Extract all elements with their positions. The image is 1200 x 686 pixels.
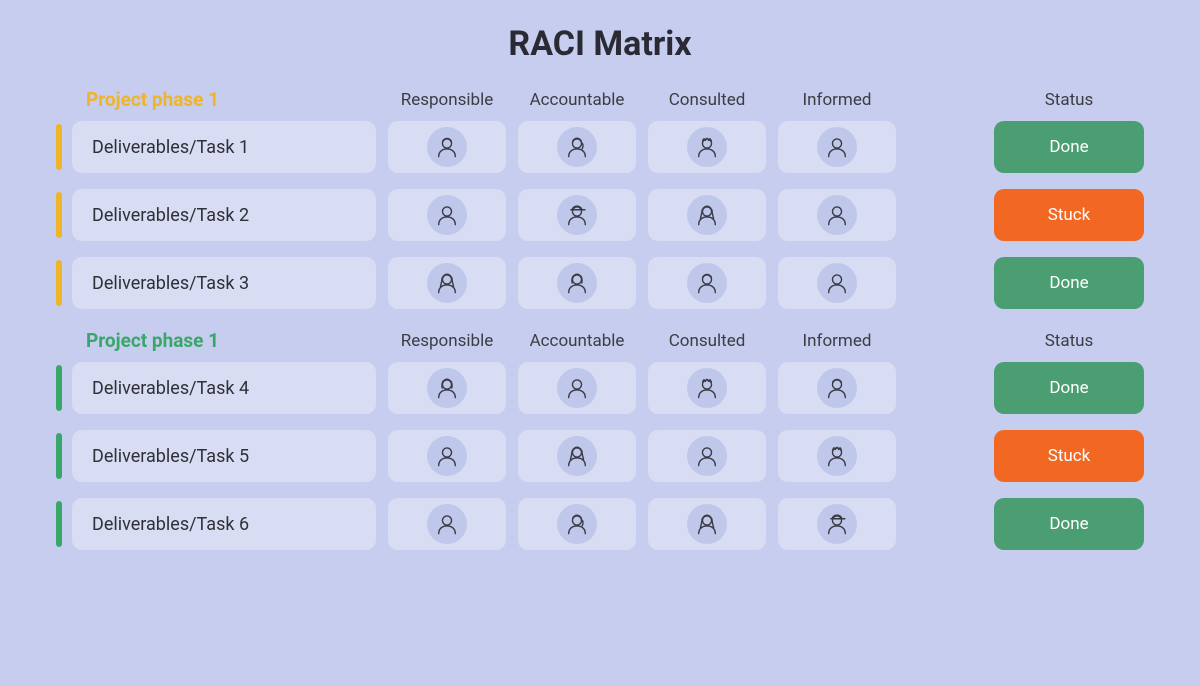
person-chip <box>648 498 766 550</box>
phase-accent-bar <box>56 192 62 238</box>
status-badge: Done <box>994 121 1144 173</box>
column-header: Responsible <box>388 331 506 351</box>
person-icon <box>687 504 727 544</box>
person-chip <box>648 121 766 173</box>
person-icon <box>427 127 467 167</box>
task-cell: Deliverables/Task 4 <box>56 362 376 414</box>
column-header: Accountable <box>518 331 636 351</box>
task-row: Deliverables/Task 3 Done <box>56 257 1144 309</box>
column-header: Informed <box>778 331 896 351</box>
person-chip <box>778 430 896 482</box>
person-icon <box>427 368 467 408</box>
phase-section: Project phase 1 Responsible Accountable Con… <box>56 329 1144 550</box>
person-chip <box>388 189 506 241</box>
person-icon <box>557 263 597 303</box>
person-icon <box>427 195 467 235</box>
person-icon <box>817 368 857 408</box>
task-cell: Deliverables/Task 3 <box>56 257 376 309</box>
person-icon <box>557 127 597 167</box>
status-badge: Done <box>994 498 1144 550</box>
person-chip <box>518 189 636 241</box>
person-icon <box>427 263 467 303</box>
person-icon <box>687 127 727 167</box>
phase-accent-bar <box>56 124 62 170</box>
person-chip <box>648 189 766 241</box>
person-chip <box>648 257 766 309</box>
page-title: RACI Matrix <box>56 24 1144 64</box>
status-badge: Stuck <box>994 430 1144 482</box>
phase-accent-bar <box>56 501 62 547</box>
person-icon <box>557 504 597 544</box>
task-cell: Deliverables/Task 2 <box>56 189 376 241</box>
person-chip <box>778 498 896 550</box>
status-header: Status <box>994 90 1144 110</box>
phase-accent-bar <box>56 260 62 306</box>
task-row: Deliverables/Task 2 Stuck <box>56 189 1144 241</box>
person-icon <box>427 436 467 476</box>
person-chip <box>388 498 506 550</box>
task-cell: Deliverables/Task 1 <box>56 121 376 173</box>
person-icon <box>687 195 727 235</box>
task-label: Deliverables/Task 6 <box>72 498 376 550</box>
phase-accent-bar <box>56 433 62 479</box>
person-icon <box>687 368 727 408</box>
status-badge: Stuck <box>994 189 1144 241</box>
person-chip <box>778 121 896 173</box>
task-row: Deliverables/Task 1 Done <box>56 121 1144 173</box>
task-row: Deliverables/Task 5 Stuck <box>56 430 1144 482</box>
status-badge: Done <box>994 362 1144 414</box>
person-chip <box>648 430 766 482</box>
person-icon <box>557 195 597 235</box>
person-icon <box>817 263 857 303</box>
person-icon <box>817 504 857 544</box>
person-chip <box>388 430 506 482</box>
person-icon <box>687 263 727 303</box>
task-label: Deliverables/Task 1 <box>72 121 376 173</box>
task-cell: Deliverables/Task 6 <box>56 498 376 550</box>
person-icon <box>817 127 857 167</box>
task-label: Deliverables/Task 5 <box>72 430 376 482</box>
person-icon <box>817 436 857 476</box>
person-chip <box>778 257 896 309</box>
task-cell: Deliverables/Task 5 <box>56 430 376 482</box>
status-header: Status <box>994 331 1144 351</box>
task-label: Deliverables/Task 2 <box>72 189 376 241</box>
person-chip <box>778 362 896 414</box>
phase-accent-bar <box>56 365 62 411</box>
phase-section: Project phase 1 Responsible Accountable Con… <box>56 88 1144 309</box>
person-chip <box>518 362 636 414</box>
phase-title: Project phase 1 <box>56 329 376 352</box>
person-chip <box>388 257 506 309</box>
status-badge: Done <box>994 257 1144 309</box>
task-label: Deliverables/Task 4 <box>72 362 376 414</box>
column-header-row: Project phase 1 Responsible Accountable Con… <box>56 329 1144 352</box>
person-chip <box>388 362 506 414</box>
person-icon <box>557 436 597 476</box>
phase-title: Project phase 1 <box>56 88 376 111</box>
column-header: Accountable <box>518 90 636 110</box>
person-icon <box>557 368 597 408</box>
column-header: Consulted <box>648 331 766 351</box>
person-icon <box>427 504 467 544</box>
raci-matrix: Project phase 1 Responsible Accountable Con… <box>56 88 1144 550</box>
person-chip <box>388 121 506 173</box>
task-row: Deliverables/Task 6 Done <box>56 498 1144 550</box>
person-chip <box>648 362 766 414</box>
person-chip <box>518 257 636 309</box>
person-chip <box>778 189 896 241</box>
column-header: Informed <box>778 90 896 110</box>
task-label: Deliverables/Task 3 <box>72 257 376 309</box>
person-chip <box>518 121 636 173</box>
person-icon <box>817 195 857 235</box>
column-header: Responsible <box>388 90 506 110</box>
column-header-row: Project phase 1 Responsible Accountable Con… <box>56 88 1144 111</box>
column-header: Consulted <box>648 90 766 110</box>
task-row: Deliverables/Task 4 Done <box>56 362 1144 414</box>
person-chip <box>518 498 636 550</box>
person-icon <box>687 436 727 476</box>
person-chip <box>518 430 636 482</box>
